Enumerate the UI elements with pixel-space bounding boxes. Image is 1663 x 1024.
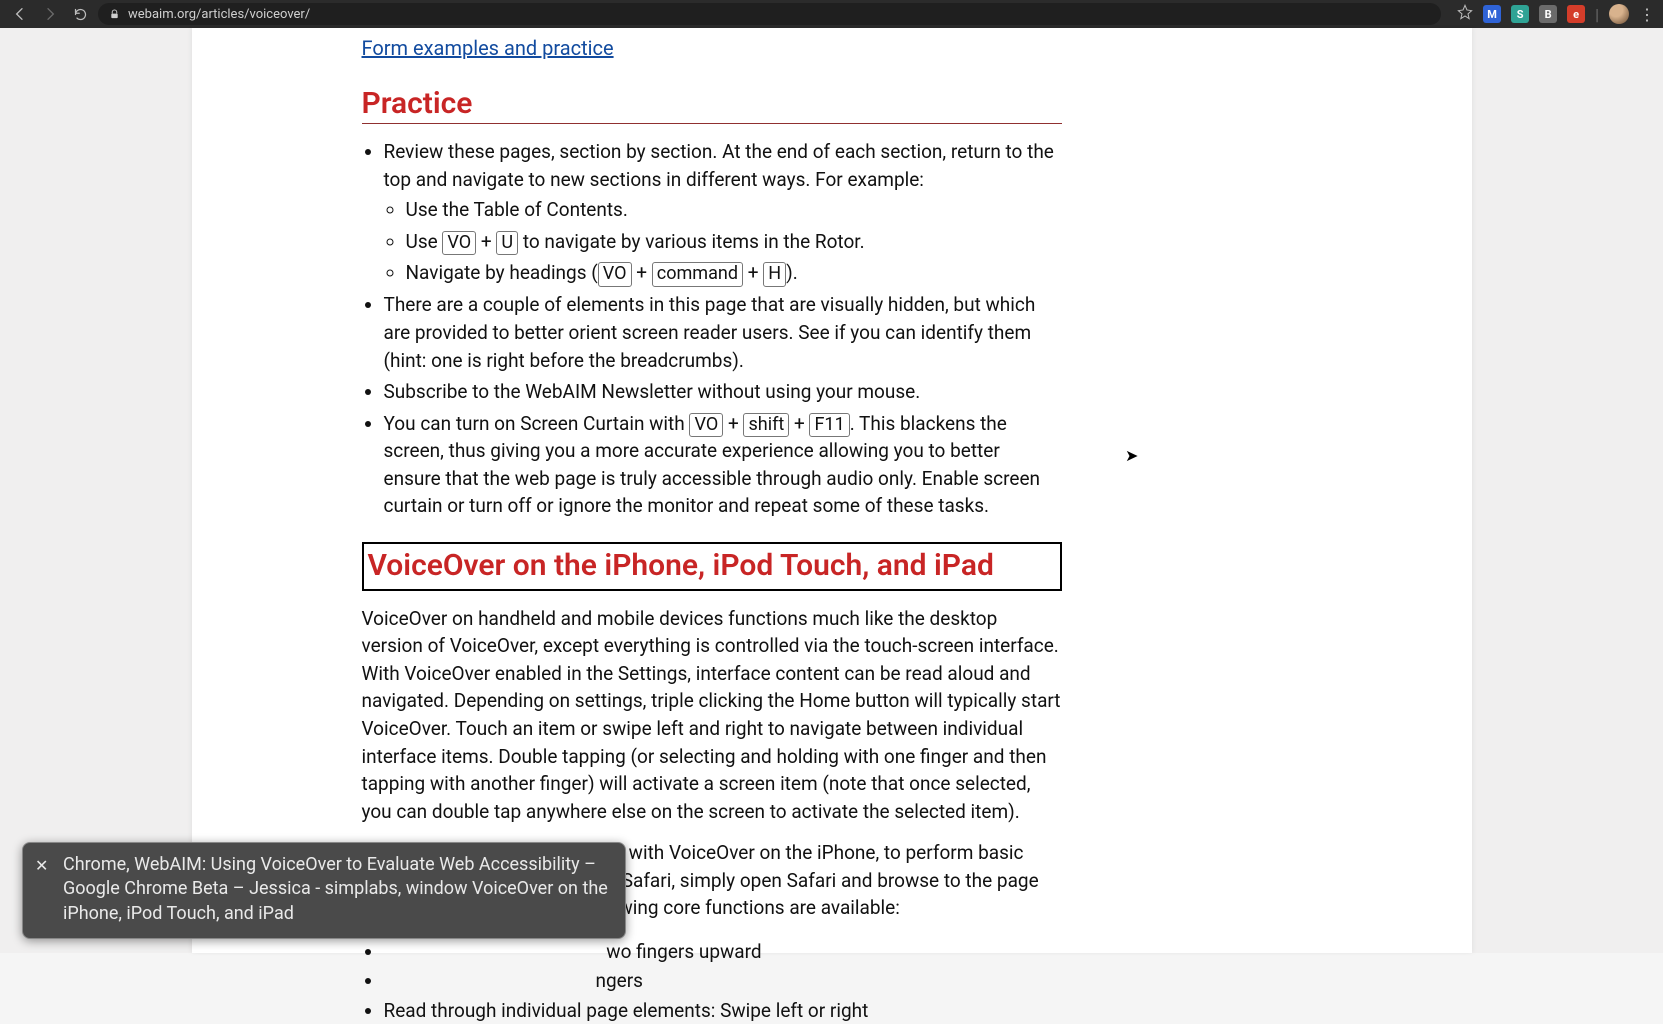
paragraph: VoiceOver on handheld and mobile devices… bbox=[362, 605, 1062, 825]
list-item: Pause reading: Tap two fingers bbox=[384, 967, 1062, 995]
text: ). bbox=[786, 261, 798, 284]
text: There are a couple of elements in this p… bbox=[384, 293, 1036, 371]
kbd-command: command bbox=[652, 262, 743, 287]
text: + bbox=[476, 230, 496, 253]
url-text: webaim.org/articles/voiceover/ bbox=[128, 7, 310, 22]
text: + bbox=[632, 261, 652, 284]
text: Read through individual page elements: S… bbox=[384, 999, 869, 1022]
menu-kebab-icon[interactable]: ⋮ bbox=[1639, 5, 1655, 24]
extension-badge-4[interactable]: e bbox=[1567, 5, 1585, 23]
page-content: Form examples and practice Practice Revi… bbox=[192, 28, 1472, 953]
text: ngers bbox=[595, 969, 642, 992]
text: wo fingers upward bbox=[606, 940, 761, 963]
list-item: Navigate by headings (VO + command + H). bbox=[406, 258, 1062, 287]
text: You can turn on Screen Curtain with bbox=[384, 412, 690, 435]
forward-button[interactable] bbox=[38, 2, 62, 26]
kbd-u: U bbox=[496, 231, 518, 256]
practice-heading: Practice bbox=[362, 86, 1062, 124]
text: Use the Table of Contents. bbox=[406, 198, 628, 221]
address-bar[interactable]: webaim.org/articles/voiceover/ bbox=[98, 3, 1441, 25]
toolbar-right: M S B e | ⋮ bbox=[1447, 4, 1655, 24]
kbd-h: H bbox=[763, 262, 786, 287]
list-item: Read through individual page elements: S… bbox=[384, 997, 1062, 1024]
text: + bbox=[723, 412, 743, 435]
reload-button[interactable] bbox=[68, 2, 92, 26]
mobile-heading-focused: VoiceOver on the iPhone, iPod Touch, and… bbox=[362, 542, 1062, 591]
extension-badge-2[interactable]: S bbox=[1511, 5, 1529, 23]
kbd-vo: VO bbox=[689, 413, 723, 438]
extension-badge-3[interactable]: B bbox=[1539, 5, 1557, 23]
list-item: Use the Table of Contents. bbox=[406, 195, 1062, 224]
list-item: Use VO + U to navigate by various items … bbox=[406, 227, 1062, 256]
list-item: Read from the top: Swipe two fingers upw… bbox=[384, 938, 1062, 966]
text: Review these pages, section by section. … bbox=[384, 140, 1054, 191]
lock-icon bbox=[108, 8, 120, 20]
kbd-f11: F11 bbox=[809, 413, 849, 438]
form-examples-link[interactable]: Form examples and practice bbox=[362, 36, 614, 60]
mobile-functions-list: Read from the top: Swipe two fingers upw… bbox=[362, 938, 1062, 1024]
voiceover-caption-panel: ✕ Chrome, WebAIM: Using VoiceOver to Eva… bbox=[22, 842, 626, 939]
list-item: You can turn on Screen Curtain with VO +… bbox=[384, 410, 1062, 520]
text: Use bbox=[406, 230, 443, 253]
practice-list: Review these pages, section by section. … bbox=[362, 138, 1062, 520]
text: to navigate by various items in the Roto… bbox=[518, 230, 864, 253]
back-button[interactable] bbox=[8, 2, 32, 26]
list-item: Subscribe to the WebAIM Newsletter witho… bbox=[384, 378, 1062, 406]
browser-toolbar: webaim.org/articles/voiceover/ M S B e |… bbox=[0, 0, 1663, 28]
text: + bbox=[743, 261, 763, 284]
caption-text: Chrome, WebAIM: Using VoiceOver to Evalu… bbox=[63, 854, 608, 924]
kbd-shift: shift bbox=[743, 413, 789, 438]
text: + bbox=[789, 412, 809, 435]
list-item: There are a couple of elements in this p… bbox=[384, 291, 1062, 374]
kbd-vo: VO bbox=[598, 262, 632, 287]
extension-badge-1[interactable]: M bbox=[1483, 5, 1501, 23]
list-item: Review these pages, section by section. … bbox=[384, 138, 1062, 287]
profile-avatar[interactable] bbox=[1609, 4, 1629, 24]
kbd-vo: VO bbox=[442, 231, 476, 256]
text: Subscribe to the WebAIM Newsletter witho… bbox=[384, 380, 921, 403]
text: Navigate by headings ( bbox=[406, 261, 598, 284]
close-icon[interactable]: ✕ bbox=[35, 855, 48, 877]
bookmark-star-icon[interactable] bbox=[1457, 4, 1473, 24]
